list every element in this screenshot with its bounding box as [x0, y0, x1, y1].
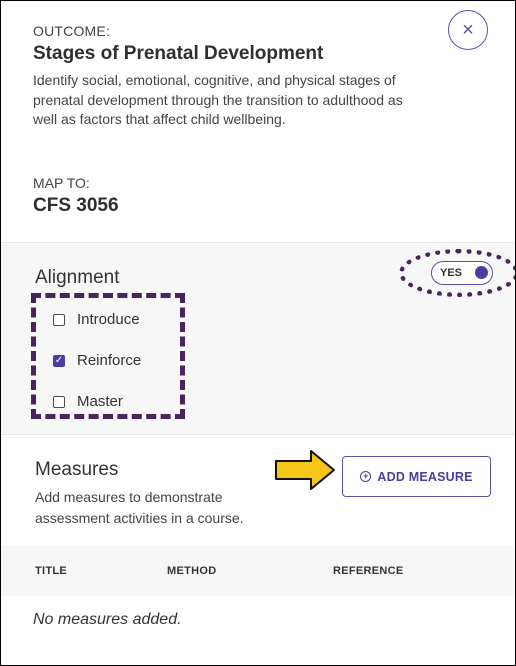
- plus-circle-icon: +: [360, 471, 372, 482]
- close-icon: ×: [462, 18, 474, 41]
- checkbox-master[interactable]: [53, 395, 65, 408]
- alignment-option-master[interactable]: Master: [53, 393, 123, 410]
- measures-title: Measures: [35, 459, 119, 480]
- outcome-detail-panel: OUTCOME: Stages of Prenatal Development …: [0, 0, 516, 666]
- map-to-value: CFS 3056: [33, 195, 119, 216]
- empty-state-text: No measures added.: [33, 611, 182, 628]
- alignment-toggle[interactable]: YES: [431, 261, 493, 285]
- arrow-right-icon: [275, 450, 335, 490]
- column-header-title: TITLE: [35, 565, 68, 577]
- alignment-option-introduce[interactable]: Introduce: [53, 311, 140, 328]
- alignment-option-reinforce[interactable]: ✓ Reinforce: [53, 352, 141, 369]
- toggle-knob: [475, 266, 488, 279]
- map-to-label: MAP TO:: [33, 175, 90, 191]
- outcome-description: Identify social, emotional, cognitive, a…: [33, 72, 403, 127]
- add-measure-label: ADD MEASURE: [377, 469, 473, 484]
- outcome-label: OUTCOME:: [33, 23, 111, 39]
- alignment-section: Alignment Introduce ✓ Reinforce Master Y…: [1, 242, 515, 434]
- checkbox-reinforce[interactable]: ✓: [53, 354, 65, 367]
- column-header-reference: REFERENCE: [333, 565, 404, 577]
- measures-section: Measures Add measures to demonstrate ass…: [1, 434, 515, 547]
- toggle-label: YES: [440, 267, 463, 279]
- close-button[interactable]: ×: [448, 10, 488, 50]
- measures-table-header: TITLE METHOD REFERENCE: [1, 546, 515, 596]
- checkbox-introduce[interactable]: [53, 313, 65, 326]
- outcome-header: OUTCOME: Stages of Prenatal Development …: [1, 1, 515, 242]
- option-label: Reinforce: [77, 352, 142, 369]
- measures-description: Add measures to demonstrate assessment a…: [35, 489, 244, 526]
- column-header-method: METHOD: [167, 565, 217, 577]
- check-icon: ✓: [54, 354, 64, 366]
- option-label: Introduce: [77, 311, 140, 328]
- outcome-title: Stages of Prenatal Development: [33, 43, 324, 64]
- option-label: Master: [77, 393, 123, 410]
- add-measure-button[interactable]: + ADD MEASURE: [342, 456, 491, 497]
- alignment-title: Alignment: [35, 267, 120, 288]
